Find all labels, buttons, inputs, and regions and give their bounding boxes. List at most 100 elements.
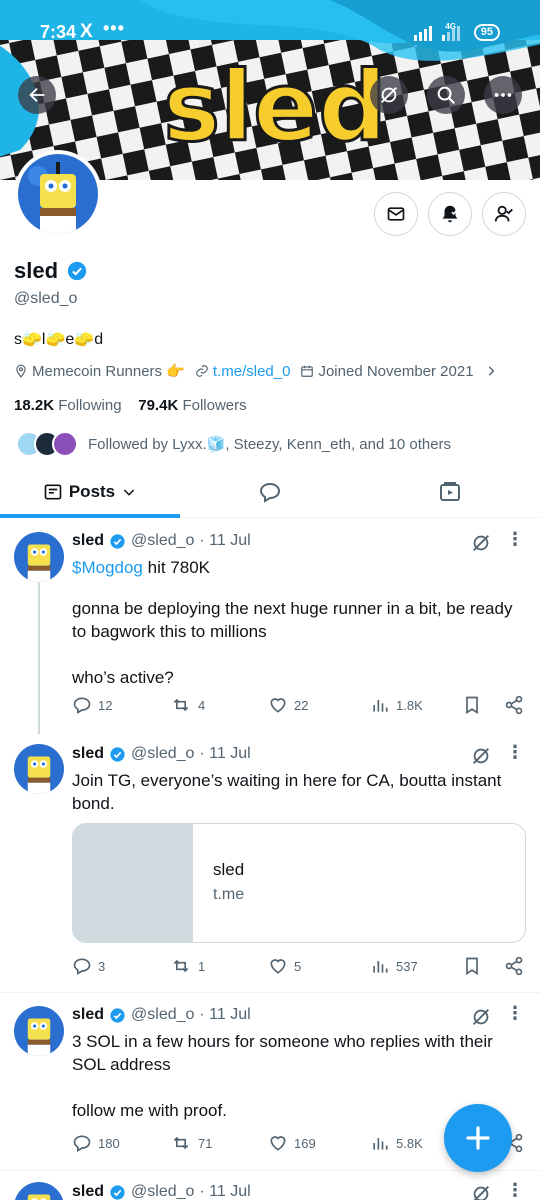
status-time: 7:34 [40,22,77,42]
chevron-right-icon[interactable] [484,364,498,378]
chevron-down-icon [123,489,135,496]
repost-count: 4 [198,697,206,713]
followers-count: 79.4K [138,397,179,414]
like-button[interactable]: 169 [268,1133,316,1153]
grok-icon[interactable] [470,532,492,554]
repost-button[interactable]: 1 [170,956,205,976]
profile-meta: Memecoin Runners 👉 t.me/sled_0 Joined No… [14,362,498,380]
verified-badge-icon [110,533,125,549]
reply-icon [73,697,91,714]
reply-button[interactable]: 3 [72,956,105,976]
tweet-text: Join TG, everyone’s waiting in here for … [72,771,502,813]
grok-icon[interactable] [470,1006,492,1028]
repost-button[interactable]: 71 [170,1133,212,1153]
bell-icon [442,205,458,223]
tweet-actions: 3 1 5 537 [72,956,527,978]
profile-handle: @sled_o [14,290,78,307]
tab-posts[interactable]: Posts [0,466,180,518]
following-button[interactable] [482,192,526,236]
profile-avatar[interactable] [14,150,102,238]
tweet-more-icon[interactable]: ⋮ [506,742,524,763]
avatar-image [14,744,64,794]
tweet-date: · 11 Jul [199,1183,251,1200]
tweet-text-line: $Mogdog hit 780K [72,556,527,579]
posts-icon [44,484,62,500]
verified-badge-icon [110,746,125,762]
more-button[interactable] [484,76,522,114]
tweet-more-icon[interactable]: ⋮ [506,1003,524,1024]
notifications-button[interactable] [428,192,472,236]
tab-posts-label: Posts [68,482,116,501]
link-card[interactable]: sled t.me [72,823,526,943]
views-chart-icon [373,700,388,712]
views-button[interactable]: 1.8K [370,695,423,715]
like-count: 5 [294,958,302,974]
follower-avatar [52,431,78,457]
tab-replies[interactable] [180,466,360,518]
heart-icon [270,1136,286,1151]
joined-item: Joined November 2021 [300,363,474,380]
back-button[interactable] [18,76,56,114]
link-card-image [73,824,193,942]
website-text[interactable]: t.me/sled_0 [213,363,291,380]
tweet-avatar[interactable] [14,532,64,582]
tab-media[interactable] [360,466,540,518]
followed-by-text: Followed by Lyxx.🧊, Steezy, Kenn_eth, an… [88,436,452,453]
reply-button[interactable]: 12 [72,695,112,715]
grok-icon [381,87,397,103]
tweet-author-name[interactable]: sled [72,1183,104,1200]
website-link[interactable]: t.me/sled_0 [195,363,291,380]
profile-name: sled [14,258,59,283]
profile-tabs: Posts [0,466,540,518]
repost-count: 1 [198,958,206,974]
bookmark-icon[interactable] [462,956,482,976]
profile-banner[interactable]: sled 7:34 X ••• 4G 95 [0,0,540,180]
battery-icon: 95 [473,24,500,41]
like-button[interactable]: 5 [268,956,301,976]
verified-badge-icon [110,1184,125,1200]
tweet-actions: 12 4 22 1.8K [72,695,527,717]
share-icon[interactable] [504,956,524,976]
like-button[interactable]: 22 [268,695,308,715]
followers-label: Followers [182,397,247,414]
tweet-author-name[interactable]: sled [72,532,104,550]
link-card-domain: t.me [213,886,245,903]
reply-button[interactable]: 180 [72,1133,120,1153]
repost-icon [173,1136,189,1150]
location-item: Memecoin Runners 👉 [14,362,185,380]
grok-icon[interactable] [470,1183,492,1200]
message-button[interactable] [374,192,418,236]
heart-icon [270,698,286,713]
tweet-avatar[interactable] [14,1182,64,1200]
share-icon[interactable] [504,695,524,715]
following-stat[interactable]: 18.2K Following [14,397,122,414]
grok-icon[interactable] [470,745,492,767]
repost-icon [173,959,189,973]
followers-stat[interactable]: 79.4K Followers [138,397,246,414]
bookmark-icon[interactable] [462,695,482,715]
cashtag-link[interactable]: $Mogdog [72,558,143,577]
plus-icon [466,1126,490,1150]
tweet-text: 3 SOL in a few hours for someone who rep… [72,1032,493,1120]
tweet-more-icon[interactable]: ⋮ [506,529,524,550]
repost-button[interactable]: 4 [170,695,205,715]
tweet-avatar[interactable] [14,1006,64,1056]
tweet-author-name[interactable]: sled [72,745,104,763]
tweet-date: · 11 Jul [199,532,251,549]
views-chart-icon [373,1138,388,1150]
followed-by[interactable]: Followed by Lyxx.🧊, Steezy, Kenn_eth, an… [16,431,451,457]
tweet-more-icon[interactable]: ⋮ [506,1180,524,1200]
views-button[interactable]: 5.8K [370,1133,423,1153]
views-button[interactable]: 537 [370,956,418,976]
search-button[interactable] [427,76,465,114]
grok-button[interactable] [370,76,408,114]
tweet-author-name[interactable]: sled [72,1006,104,1024]
tweet-avatar[interactable] [14,744,64,794]
verified-badge-icon[interactable] [66,260,88,282]
following-label: Following [58,397,122,414]
more-icon [494,93,512,97]
view-count: 1.8K [396,697,423,713]
compose-post-button[interactable] [444,1104,512,1172]
active-tab-indicator [0,514,180,518]
banner-text: sled [163,51,387,163]
